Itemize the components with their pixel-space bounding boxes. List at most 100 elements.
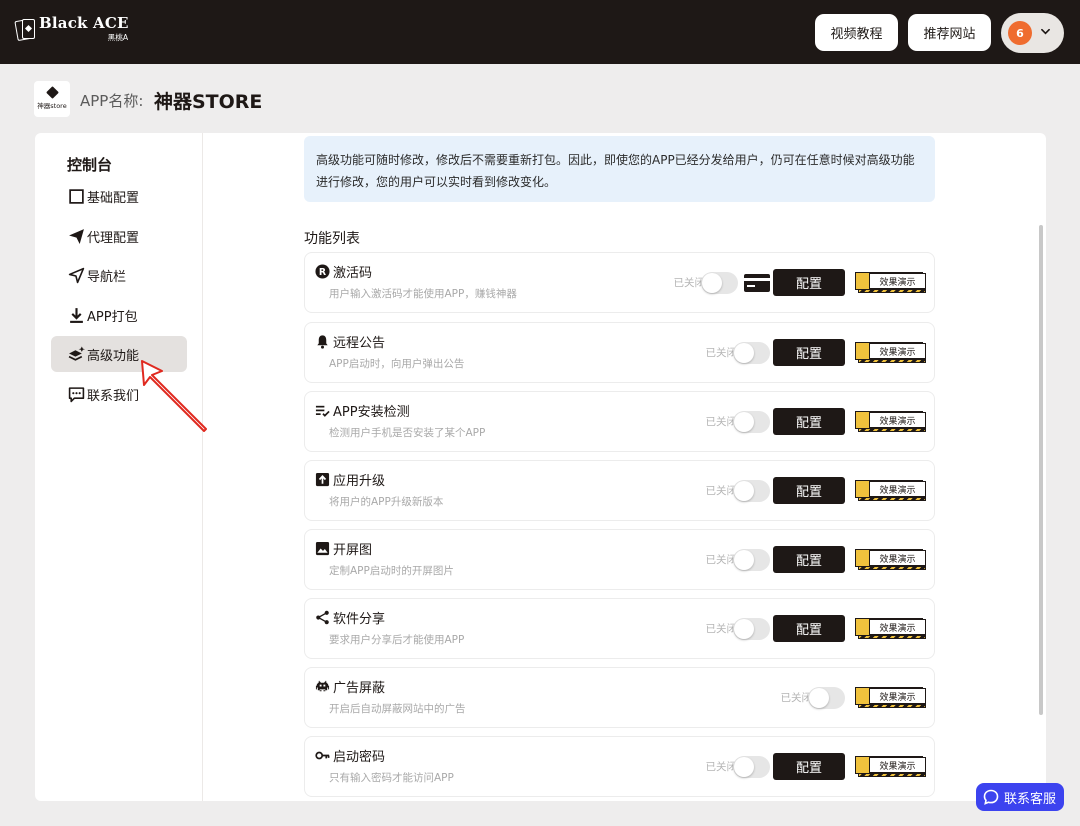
user-menu[interactable]: 6	[1001, 13, 1064, 53]
cards-logo-icon	[14, 18, 36, 42]
scrollbar[interactable]	[1039, 225, 1043, 715]
sidebar-item-contact[interactable]: 联系我们	[51, 376, 187, 412]
sidebar-item-label: APP打包	[87, 309, 138, 325]
download-icon	[70, 307, 83, 323]
main-panel: 控制台 基础配置 代理配置 导航栏 APP打包 高级功能 联系我们 高级功能可随…	[35, 133, 1046, 801]
credit-card-icon[interactable]	[744, 273, 770, 292]
sidebar-item-proxy-config[interactable]: 代理配置	[51, 218, 187, 254]
feature-desc: 开启后自动屏蔽网站中的广告	[329, 703, 466, 715]
feature-desc: 定制APP启动时的开屏图片	[329, 565, 454, 577]
brand-logo[interactable]: Black ACE 黑桃A	[14, 14, 129, 43]
brand-title: Black ACE	[39, 14, 129, 32]
support-label: 联系客服	[1004, 791, 1057, 807]
feature-toggle[interactable]	[733, 617, 770, 640]
demo-button[interactable]: 效果演示	[855, 756, 926, 777]
content-area: 高级功能可随时修改，修改后不需要重新打包。因此，即使您的APP已经分发给用户，仍…	[203, 133, 1046, 801]
feature-item-install-check: APP安装检测 检测用户手机是否安装了某个APP 已关闭 配置 效果演示	[304, 391, 935, 452]
feature-name: 开屏图	[333, 543, 373, 558]
feature-desc: 用户输入激活码才能使用APP，赚钱神器	[329, 288, 517, 300]
info-notice: 高级功能可随时修改，修改后不需要重新打包。因此，即使您的APP已经分发给用户，仍…	[304, 136, 935, 202]
feature-name: 激活码	[333, 266, 373, 281]
feature-desc: 将用户的APP升级新版本	[329, 496, 444, 508]
demo-button[interactable]: 效果演示	[855, 272, 926, 293]
registered-icon: R	[315, 264, 330, 279]
paper-plane-icon	[69, 228, 84, 244]
feature-item-app-upgrade: 应用升级 将用户的APP升级新版本 已关闭 配置 效果演示	[304, 460, 935, 521]
sidebar-item-label: 联系我们	[87, 388, 140, 404]
chat-bubble-icon	[983, 789, 999, 805]
feature-desc: APP启动时，向用户弹出公告	[329, 358, 465, 370]
demo-button[interactable]: 效果演示	[855, 342, 926, 363]
feature-name: APP安装检测	[333, 405, 410, 420]
demo-button[interactable]: 效果演示	[855, 480, 926, 501]
feature-name: 软件分享	[333, 612, 386, 627]
feature-toggle[interactable]	[733, 479, 770, 502]
demo-button[interactable]: 效果演示	[855, 411, 926, 432]
layers-sparkle-icon	[68, 346, 85, 361]
feature-name: 远程公告	[333, 336, 386, 351]
feature-item-startup-password: 启动密码 只有输入密码才能访问APP 已关闭 配置 效果演示	[304, 736, 935, 797]
checklist-icon	[315, 405, 330, 417]
demo-button[interactable]: 效果演示	[855, 618, 926, 639]
feature-desc: 检测用户手机是否安装了某个APP	[329, 427, 486, 439]
sidebar-item-advanced[interactable]: 高级功能	[51, 336, 187, 372]
demo-button[interactable]: 效果演示	[855, 549, 926, 570]
feature-item-activation-code: R 激活码 用户输入激活码才能使用APP，赚钱神器 已关闭 配置 效果演示	[304, 252, 935, 313]
upload-box-icon	[315, 472, 330, 487]
feature-item-share: 软件分享 要求用户分享后才能使用APP 已关闭 配置 效果演示	[304, 598, 935, 659]
sidebar-item-basic-config[interactable]: 基础配置	[51, 178, 187, 214]
app-name-label: APP名称:	[80, 92, 144, 110]
config-button[interactable]: 配置	[773, 339, 845, 366]
config-button[interactable]: 配置	[773, 269, 845, 296]
feature-toggle[interactable]	[733, 548, 770, 571]
feature-toggle[interactable]	[733, 341, 770, 364]
video-tutorial-button[interactable]: 视频教程	[815, 14, 898, 51]
app-icon-text: 神器store	[37, 102, 67, 110]
sidebar-item-label: 代理配置	[87, 230, 140, 246]
chat-icon	[68, 386, 85, 402]
config-button[interactable]: 配置	[773, 477, 845, 504]
cube-icon	[45, 86, 59, 99]
sidebar-item-app-package[interactable]: APP打包	[51, 297, 187, 333]
feature-toggle[interactable]	[701, 271, 738, 294]
sidebar-title: 控制台	[67, 156, 113, 174]
key-icon	[315, 751, 330, 760]
sidebar-item-navbar[interactable]: 导航栏	[51, 257, 187, 293]
config-button[interactable]: 配置	[773, 753, 845, 780]
app-name: 神器STORE	[154, 91, 263, 113]
feature-desc: 只有输入密码才能访问APP	[329, 772, 454, 784]
sidebar-item-label: 高级功能	[87, 348, 140, 364]
svg-text:R: R	[319, 267, 327, 278]
feature-toggle[interactable]	[733, 755, 770, 778]
feature-item-splash: 开屏图 定制APP启动时的开屏图片 已关闭 配置 效果演示	[304, 529, 935, 590]
customer-support-button[interactable]: 联系客服	[976, 783, 1064, 811]
navigation-icon	[68, 267, 85, 283]
app-icon: 神器store	[34, 81, 70, 117]
top-bar: Black ACE 黑桃A 视频教程 推荐网站 6	[0, 0, 1080, 64]
config-button[interactable]: 配置	[773, 615, 845, 642]
image-icon	[315, 541, 330, 556]
square-icon	[69, 188, 84, 204]
sidebar: 控制台 基础配置 代理配置 导航栏 APP打包 高级功能 联系我们	[35, 133, 203, 801]
feature-toggle[interactable]	[733, 410, 770, 433]
feature-toggle[interactable]	[808, 686, 845, 709]
chevron-down-icon	[1041, 28, 1050, 35]
space-invader-icon	[315, 680, 330, 692]
feature-list-title: 功能列表	[304, 231, 360, 247]
avatar: 6	[1008, 21, 1032, 45]
feature-item-remote-notice: 远程公告 APP启动时，向用户弹出公告 已关闭 配置 效果演示	[304, 322, 935, 383]
sidebar-item-label: 基础配置	[87, 190, 140, 206]
share-icon	[316, 610, 329, 625]
bell-icon	[317, 335, 328, 349]
recommend-site-button[interactable]: 推荐网站	[908, 14, 991, 51]
config-button[interactable]: 配置	[773, 546, 845, 573]
demo-button[interactable]: 效果演示	[855, 687, 926, 708]
feature-name: 广告屏蔽	[333, 681, 386, 696]
sidebar-item-label: 导航栏	[87, 269, 127, 285]
feature-desc: 要求用户分享后才能使用APP	[329, 634, 465, 646]
feature-item-ad-block: 广告屏蔽 开启后自动屏蔽网站中的广告 已关闭 效果演示	[304, 667, 935, 728]
feature-name: 启动密码	[333, 750, 386, 765]
brand-subtitle: 黑桃A	[108, 33, 129, 43]
feature-name: 应用升级	[333, 474, 386, 489]
config-button[interactable]: 配置	[773, 408, 845, 435]
